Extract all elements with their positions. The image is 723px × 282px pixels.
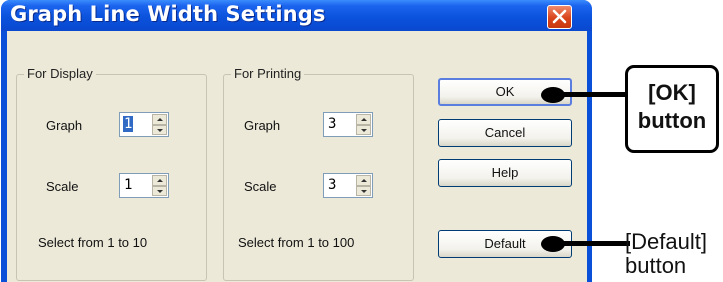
printing-group: For Printing Graph 3 Scale 3 Select from…: [223, 66, 414, 281]
spin-up-arrow-icon[interactable]: [356, 175, 371, 186]
spin-up-arrow-icon[interactable]: [152, 114, 167, 125]
printing-scale-spin-buttons[interactable]: [356, 175, 371, 196]
display-group: For Display Graph 1 Scale 1 Select from …: [16, 66, 207, 281]
printing-graph-spinbox[interactable]: 3: [323, 112, 373, 137]
spin-down-arrow-icon[interactable]: [152, 124, 167, 135]
cancel-button[interactable]: Cancel: [438, 119, 572, 147]
default-callout-line1: [Default]: [625, 229, 707, 254]
display-graph-input[interactable]: 1: [123, 116, 134, 132]
default-callout-line2: button: [625, 253, 687, 278]
display-scale-spinbox[interactable]: 1: [119, 173, 169, 198]
printing-scale-input[interactable]: 3: [328, 177, 336, 193]
printing-graph-label: Graph: [244, 118, 281, 133]
dialog-client-area: For Display Graph 1 Scale 1 Select from …: [7, 31, 587, 282]
settings-dialog: Graph Line Width Settings For Display Gr…: [1, 0, 592, 282]
ok-callout-line2: button: [637, 108, 707, 133]
close-button[interactable]: [547, 5, 572, 29]
display-scale-label: Scale: [46, 179, 79, 194]
display-group-label: For Display: [24, 66, 96, 81]
display-graph-label: Graph: [46, 118, 83, 133]
ok-callout-box: [OK] button: [625, 65, 719, 153]
printing-scale-label: Scale: [244, 179, 277, 194]
default-callout-dot: [541, 236, 565, 252]
spin-up-arrow-icon[interactable]: [356, 114, 371, 125]
ok-callout-dot: [541, 87, 565, 103]
dialog-title: Graph Line Width Settings: [10, 2, 326, 26]
display-range-hint: Select from 1 to 10: [38, 235, 148, 250]
display-scale-input[interactable]: 1: [124, 177, 132, 193]
default-callout-line: [560, 241, 630, 246]
spin-down-arrow-icon[interactable]: [356, 124, 371, 135]
display-graph-spin-buttons[interactable]: [152, 114, 167, 135]
printing-group-label: For Printing: [231, 66, 305, 81]
ok-callout-line1: [OK]: [648, 80, 696, 105]
display-scale-spin-buttons[interactable]: [152, 175, 167, 196]
display-graph-spinbox[interactable]: 1: [119, 112, 169, 137]
printing-graph-spin-buttons[interactable]: [356, 114, 371, 135]
spin-down-arrow-icon[interactable]: [152, 185, 167, 196]
help-button[interactable]: Help: [438, 159, 572, 187]
close-x-icon: [552, 9, 567, 24]
title-bar[interactable]: Graph Line Width Settings: [1, 0, 592, 31]
spin-up-arrow-icon[interactable]: [152, 175, 167, 186]
printing-graph-input[interactable]: 3: [328, 116, 336, 132]
printing-scale-spinbox[interactable]: 3: [323, 173, 373, 198]
ok-callout-line: [560, 92, 627, 97]
printing-range-hint: Select from 1 to 100: [238, 235, 355, 250]
spin-down-arrow-icon[interactable]: [356, 185, 371, 196]
